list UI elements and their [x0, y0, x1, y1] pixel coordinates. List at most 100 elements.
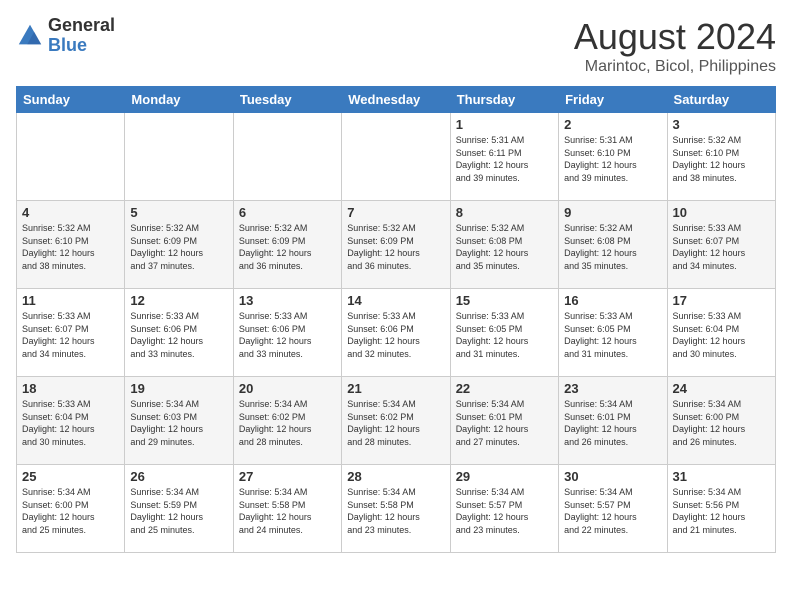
weekday-header-friday: Friday — [559, 87, 667, 113]
weekday-header-tuesday: Tuesday — [233, 87, 341, 113]
day-cell-25: 25 Sunrise: 5:34 AM Sunset: 6:00 PM Dayli… — [17, 465, 125, 553]
day-info: Sunrise: 5:32 AM Sunset: 6:09 PM Dayligh… — [130, 222, 227, 272]
weekday-header-wednesday: Wednesday — [342, 87, 450, 113]
week-row-1: 1 Sunrise: 5:31 AM Sunset: 6:11 PM Daylig… — [17, 113, 776, 201]
empty-cell — [125, 113, 233, 201]
day-number: 10 — [673, 205, 770, 220]
day-number: 14 — [347, 293, 444, 308]
day-info: Sunrise: 5:34 AM Sunset: 5:59 PM Dayligh… — [130, 486, 227, 536]
day-number: 19 — [130, 381, 227, 396]
day-cell-16: 16 Sunrise: 5:33 AM Sunset: 6:05 PM Dayli… — [559, 289, 667, 377]
week-row-5: 25 Sunrise: 5:34 AM Sunset: 6:00 PM Dayli… — [17, 465, 776, 553]
day-number: 22 — [456, 381, 553, 396]
day-cell-4: 4 Sunrise: 5:32 AM Sunset: 6:10 PM Daylig… — [17, 201, 125, 289]
day-cell-5: 5Sunrise: 5:32 AM Sunset: 6:09 PM Daylig… — [125, 201, 233, 289]
weekday-header-thursday: Thursday — [450, 87, 558, 113]
calendar-table: SundayMondayTuesdayWednesdayThursdayFrid… — [16, 86, 776, 553]
day-cell-3: 3Sunrise: 5:32 AM Sunset: 6:10 PM Daylig… — [667, 113, 775, 201]
day-number: 25 — [22, 469, 119, 484]
day-cell-9: 9Sunrise: 5:32 AM Sunset: 6:08 PM Daylig… — [559, 201, 667, 289]
day-info: Sunrise: 5:34 AM Sunset: 6:02 PM Dayligh… — [239, 398, 336, 448]
day-number: 13 — [239, 293, 336, 308]
day-info: Sunrise: 5:32 AM Sunset: 6:08 PM Dayligh… — [456, 222, 553, 272]
day-cell-26: 26 Sunrise: 5:34 AM Sunset: 5:59 PM Dayli… — [125, 465, 233, 553]
weekday-header-saturday: Saturday — [667, 87, 775, 113]
day-cell-21: 21 Sunrise: 5:34 AM Sunset: 6:02 PM Dayli… — [342, 377, 450, 465]
day-number: 16 — [564, 293, 661, 308]
logo-blue: Blue — [48, 36, 115, 56]
day-cell-11: 11 Sunrise: 5:33 AM Sunset: 6:07 PM Dayli… — [17, 289, 125, 377]
day-info: Sunrise: 5:34 AM Sunset: 5:57 PM Dayligh… — [564, 486, 661, 536]
day-cell-18: 18 Sunrise: 5:33 AM Sunset: 6:04 PM Dayli… — [17, 377, 125, 465]
day-cell-6: 6Sunrise: 5:32 AM Sunset: 6:09 PM Daylig… — [233, 201, 341, 289]
day-info: Sunrise: 5:31 AM Sunset: 6:11 PM Dayligh… — [456, 134, 553, 184]
empty-cell — [17, 113, 125, 201]
day-number: 1 — [456, 117, 553, 132]
day-number: 26 — [130, 469, 227, 484]
day-cell-10: 10 Sunrise: 5:33 AM Sunset: 6:07 PM Dayli… — [667, 201, 775, 289]
day-info: Sunrise: 5:31 AM Sunset: 6:10 PM Dayligh… — [564, 134, 661, 184]
day-number: 21 — [347, 381, 444, 396]
location-subtitle: Marintoc, Bicol, Philippines — [574, 58, 776, 76]
day-number: 20 — [239, 381, 336, 396]
page-header: General Blue August 2024 Marintoc, Bicol… — [16, 16, 776, 76]
day-info: Sunrise: 5:34 AM Sunset: 6:01 PM Dayligh… — [456, 398, 553, 448]
day-cell-19: 19 Sunrise: 5:34 AM Sunset: 6:03 PM Dayli… — [125, 377, 233, 465]
day-info: Sunrise: 5:32 AM Sunset: 6:09 PM Dayligh… — [239, 222, 336, 272]
day-cell-20: 20 Sunrise: 5:34 AM Sunset: 6:02 PM Dayli… — [233, 377, 341, 465]
day-number: 2 — [564, 117, 661, 132]
day-number: 30 — [564, 469, 661, 484]
day-number: 27 — [239, 469, 336, 484]
title-section: August 2024 Marintoc, Bicol, Philippines — [574, 16, 776, 76]
logo-icon — [16, 22, 44, 50]
day-number: 12 — [130, 293, 227, 308]
day-info: Sunrise: 5:33 AM Sunset: 6:05 PM Dayligh… — [564, 310, 661, 360]
day-number: 8 — [456, 205, 553, 220]
day-info: Sunrise: 5:33 AM Sunset: 6:07 PM Dayligh… — [673, 222, 770, 272]
day-info: Sunrise: 5:32 AM Sunset: 6:09 PM Dayligh… — [347, 222, 444, 272]
day-info: Sunrise: 5:33 AM Sunset: 6:04 PM Dayligh… — [673, 310, 770, 360]
day-number: 4 — [22, 205, 119, 220]
day-cell-31: 31Sunrise: 5:34 AM Sunset: 5:56 PM Dayli… — [667, 465, 775, 553]
empty-cell — [342, 113, 450, 201]
logo: General Blue — [16, 16, 115, 56]
day-number: 18 — [22, 381, 119, 396]
day-cell-17: 17 Sunrise: 5:33 AM Sunset: 6:04 PM Dayli… — [667, 289, 775, 377]
day-cell-29: 29 Sunrise: 5:34 AM Sunset: 5:57 PM Dayli… — [450, 465, 558, 553]
day-info: Sunrise: 5:34 AM Sunset: 6:02 PM Dayligh… — [347, 398, 444, 448]
day-number: 7 — [347, 205, 444, 220]
day-cell-30: 30 Sunrise: 5:34 AM Sunset: 5:57 PM Dayli… — [559, 465, 667, 553]
day-info: Sunrise: 5:33 AM Sunset: 6:06 PM Dayligh… — [347, 310, 444, 360]
day-cell-14: 14 Sunrise: 5:33 AM Sunset: 6:06 PM Dayli… — [342, 289, 450, 377]
day-info: Sunrise: 5:34 AM Sunset: 6:00 PM Dayligh… — [673, 398, 770, 448]
weekday-header-sunday: Sunday — [17, 87, 125, 113]
day-cell-27: 27 Sunrise: 5:34 AM Sunset: 5:58 PM Dayli… — [233, 465, 341, 553]
day-cell-22: 22 Sunrise: 5:34 AM Sunset: 6:01 PM Dayli… — [450, 377, 558, 465]
weekday-header-row: SundayMondayTuesdayWednesdayThursdayFrid… — [17, 87, 776, 113]
day-info: Sunrise: 5:34 AM Sunset: 5:58 PM Dayligh… — [347, 486, 444, 536]
day-cell-12: 12Sunrise: 5:33 AM Sunset: 6:06 PM Dayli… — [125, 289, 233, 377]
day-info: Sunrise: 5:34 AM Sunset: 6:03 PM Dayligh… — [130, 398, 227, 448]
day-info: Sunrise: 5:34 AM Sunset: 5:57 PM Dayligh… — [456, 486, 553, 536]
day-info: Sunrise: 5:33 AM Sunset: 6:04 PM Dayligh… — [22, 398, 119, 448]
day-cell-15: 15Sunrise: 5:33 AM Sunset: 6:05 PM Dayli… — [450, 289, 558, 377]
day-info: Sunrise: 5:34 AM Sunset: 5:56 PM Dayligh… — [673, 486, 770, 536]
logo-text: General Blue — [48, 16, 115, 56]
day-number: 17 — [673, 293, 770, 308]
day-cell-8: 8 Sunrise: 5:32 AM Sunset: 6:08 PM Daylig… — [450, 201, 558, 289]
day-info: Sunrise: 5:32 AM Sunset: 6:08 PM Dayligh… — [564, 222, 661, 272]
day-info: Sunrise: 5:33 AM Sunset: 6:07 PM Dayligh… — [22, 310, 119, 360]
day-cell-24: 24Sunrise: 5:34 AM Sunset: 6:00 PM Dayli… — [667, 377, 775, 465]
day-number: 29 — [456, 469, 553, 484]
day-number: 3 — [673, 117, 770, 132]
day-info: Sunrise: 5:34 AM Sunset: 6:00 PM Dayligh… — [22, 486, 119, 536]
day-info: Sunrise: 5:32 AM Sunset: 6:10 PM Dayligh… — [22, 222, 119, 272]
day-info: Sunrise: 5:34 AM Sunset: 5:58 PM Dayligh… — [239, 486, 336, 536]
day-number: 28 — [347, 469, 444, 484]
week-row-3: 11 Sunrise: 5:33 AM Sunset: 6:07 PM Dayli… — [17, 289, 776, 377]
day-number: 11 — [22, 293, 119, 308]
week-row-2: 4 Sunrise: 5:32 AM Sunset: 6:10 PM Daylig… — [17, 201, 776, 289]
day-cell-23: 23Sunrise: 5:34 AM Sunset: 6:01 PM Dayli… — [559, 377, 667, 465]
day-cell-7: 7 Sunrise: 5:32 AM Sunset: 6:09 PM Daylig… — [342, 201, 450, 289]
month-year-title: August 2024 — [574, 16, 776, 58]
